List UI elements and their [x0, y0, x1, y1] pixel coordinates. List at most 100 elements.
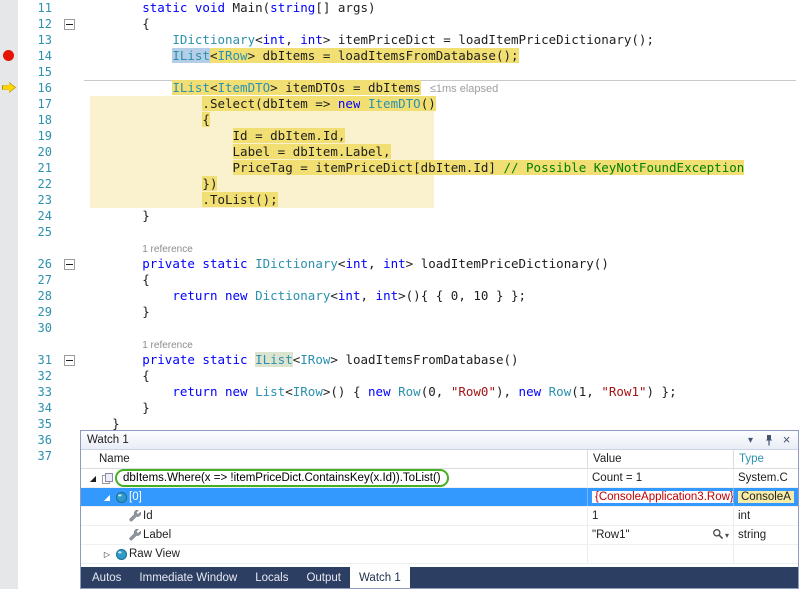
- watch-row-3[interactable]: Label "Row1" ▾ string: [81, 526, 798, 545]
- code-text: {: [82, 368, 150, 384]
- expander-collapsed-icon[interactable]: ▷: [101, 550, 113, 559]
- watch-row-4[interactable]: ▷ Raw View: [81, 545, 798, 564]
- watch-value-cell[interactable]: "Row1" ▾: [587, 526, 733, 544]
- code-token: [360, 96, 368, 111]
- column-header-name[interactable]: Name: [81, 450, 587, 468]
- expander-expanded-icon[interactable]: ◢: [101, 493, 113, 502]
- expander-expanded-icon[interactable]: ◢: [87, 474, 99, 483]
- code-line-27[interactable]: 27 {: [0, 272, 800, 288]
- code-token: private static: [142, 352, 248, 367]
- breakpoint-icon[interactable]: [3, 50, 14, 61]
- watch-item-name[interactable]: [0]: [129, 491, 142, 503]
- code-token: > itemPriceDict = loadItemPriceDictionar…: [322, 32, 654, 47]
- code-line-21[interactable]: 21 PriceTag = itemPriceDict[dbItem.Id] /…: [0, 160, 800, 176]
- watch-window-buttons: ▾ ×: [743, 433, 794, 447]
- fold-margin: [52, 48, 82, 64]
- watch-value-cell[interactable]: 1: [587, 507, 733, 525]
- watch-type-cell: System.C: [733, 469, 798, 487]
- code-text: IList<ItemDTO> itemDTOs = dbItems ≤1ms e…: [82, 80, 498, 96]
- collapse-toggle-icon[interactable]: [64, 355, 75, 366]
- code-line-14[interactable]: 14 IList<IRow> dbItems = loadItemsFromDa…: [0, 48, 800, 64]
- code-token: new: [337, 96, 361, 111]
- fold-margin: [52, 416, 82, 432]
- codelens-row[interactable]: 1 reference: [0, 336, 800, 352]
- code-line-25[interactable]: 25: [0, 224, 800, 240]
- code-line-17[interactable]: 17 .Select(dbItem => new ItemDTO(): [0, 96, 800, 112]
- code-token: Main(: [225, 0, 271, 15]
- watch-row-1[interactable]: ◢ [0] {ConsoleApplication3.Row} ConsoleA: [81, 488, 798, 507]
- code-line-24[interactable]: 24 }: [0, 208, 800, 224]
- code-token: IDictionary: [255, 256, 338, 271]
- line-number: 23: [37, 193, 52, 207]
- watch-value-cell[interactable]: [587, 545, 733, 563]
- code-line-28[interactable]: 28 return new Dictionary<int, int>(){ { …: [0, 288, 800, 304]
- code-line-11[interactable]: 11 static void Main(string[] args): [0, 0, 800, 16]
- code-line-32[interactable]: 32 {: [0, 368, 800, 384]
- code-line-20[interactable]: 20 Label = dbItem.Label,: [0, 144, 800, 160]
- code-token: "Row1": [601, 384, 647, 399]
- tab-immediate-window[interactable]: Immediate Window: [130, 567, 246, 588]
- code-token: }: [82, 416, 120, 431]
- line-number: 22: [37, 177, 52, 191]
- code-line-19[interactable]: 19 Id = dbItem.Id,: [0, 128, 800, 144]
- watch-row-0[interactable]: ◢ dbItems.Where(x => !itemPriceDict.Conta…: [81, 469, 798, 488]
- code-token: ,: [368, 256, 384, 271]
- code-token: ItemDTO: [217, 80, 271, 95]
- codelens-row[interactable]: 1 reference: [0, 240, 800, 256]
- code-line-12[interactable]: 12 {: [0, 16, 800, 32]
- code-line-23[interactable]: 23 .ToList();: [0, 192, 800, 208]
- watch-item-value: Count = 1: [592, 472, 643, 484]
- code-text: Label = dbItem.Label,: [82, 144, 391, 160]
- code-line-31[interactable]: 31 private static IList<IRow> loadItemsF…: [0, 352, 800, 368]
- collapse-toggle-icon[interactable]: [64, 259, 75, 270]
- tab-output[interactable]: Output: [297, 567, 350, 588]
- code-line-15[interactable]: 15: [0, 64, 800, 80]
- code-text: {: [82, 16, 150, 32]
- tab-watch-1[interactable]: Watch 1: [350, 567, 410, 588]
- fold-margin: [52, 320, 82, 336]
- code-line-13[interactable]: 13 IDictionary<int, int> itemPriceDict =…: [0, 32, 800, 48]
- code-token: Dictionary: [255, 288, 331, 303]
- collapse-toggle-icon[interactable]: [64, 19, 75, 30]
- debug-tab-strip: Autos Immediate Window Locals Output Watch 1: [81, 567, 798, 588]
- code-token: Row: [398, 384, 421, 399]
- code-line-30[interactable]: 30: [0, 320, 800, 336]
- fold-margin: [52, 16, 82, 32]
- code-token: "Row0": [450, 384, 496, 399]
- watch-item-name[interactable]: Label: [143, 529, 171, 541]
- window-position-menu-icon[interactable]: ▾: [743, 433, 758, 447]
- code-line-22[interactable]: 22 }): [0, 176, 800, 192]
- visualizer-dropdown-icon[interactable]: ▾: [725, 531, 729, 540]
- code-line-16[interactable]: 16 IList<ItemDTO> itemDTOs = dbItems ≤1m…: [0, 80, 800, 96]
- watch-item-name[interactable]: Id: [143, 510, 153, 522]
- pin-icon[interactable]: [761, 433, 776, 447]
- watch-value-cell[interactable]: {ConsoleApplication3.Row}: [587, 488, 733, 506]
- watch-item-name[interactable]: dbItems.Where(x => !itemPriceDict.Contai…: [123, 472, 441, 485]
- watch-item-name[interactable]: Raw View: [129, 548, 180, 560]
- watch-row-2[interactable]: Id 1 int: [81, 507, 798, 526]
- tab-autos[interactable]: Autos: [83, 567, 130, 588]
- code-token: 1 reference: [142, 340, 193, 351]
- code-line-33[interactable]: 33 return new List<IRow>() { new Row(0, …: [0, 384, 800, 400]
- code-token: string: [270, 0, 316, 15]
- tab-locals[interactable]: Locals: [246, 567, 297, 588]
- code-token: ,: [285, 32, 301, 47]
- code-line-26[interactable]: 26 private static IDictionary<int, int> …: [0, 256, 800, 272]
- column-header-type[interactable]: Type: [733, 450, 798, 468]
- column-header-value[interactable]: Value: [587, 450, 733, 468]
- close-icon[interactable]: ×: [779, 433, 794, 447]
- code-token: IList: [172, 80, 210, 95]
- watch-type-cell: [733, 545, 798, 563]
- code-line-29[interactable]: 29 }: [0, 304, 800, 320]
- code-line-34[interactable]: 34 }: [0, 400, 800, 416]
- watch-rows: ◢ dbItems.Where(x => !itemPriceDict.Conta…: [81, 469, 798, 564]
- magnifier-icon[interactable]: [712, 528, 724, 542]
- watch-value-cell[interactable]: Count = 1: [587, 469, 733, 487]
- watch-title: Watch 1: [87, 434, 129, 446]
- code-line-18[interactable]: 18 {: [0, 112, 800, 128]
- fold-margin: [52, 256, 82, 272]
